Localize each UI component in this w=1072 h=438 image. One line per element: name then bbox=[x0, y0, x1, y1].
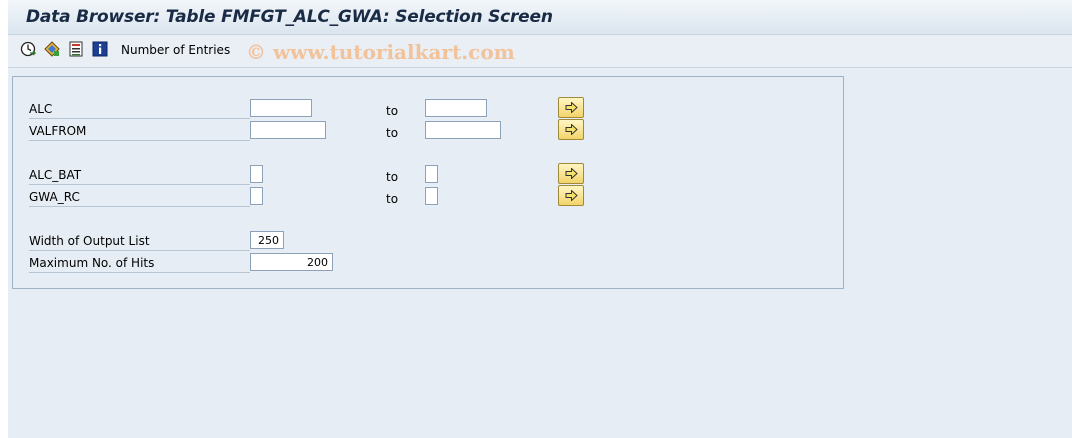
maximum-hits-row: Maximum No. of Hits 200 bbox=[13, 252, 843, 274]
field-label-alc: ALC bbox=[29, 101, 250, 119]
gwa-rc-low-input[interactable] bbox=[250, 187, 263, 205]
to-label: to bbox=[386, 104, 399, 118]
info-icon[interactable] bbox=[92, 41, 108, 57]
to-label: to bbox=[386, 170, 399, 184]
get-variant-icon[interactable] bbox=[68, 41, 84, 57]
field-label-alc-bat: ALC_BAT bbox=[29, 167, 250, 185]
selection-criteria-panel: ALC to VALFROM to ALC_BAT to GWA_RC to W… bbox=[12, 76, 844, 289]
alc-high-input[interactable] bbox=[425, 99, 487, 117]
selection-row-alc-bat: ALC_BAT to bbox=[13, 163, 843, 186]
alc-bat-high-input[interactable] bbox=[425, 165, 438, 183]
field-label-gwa-rc: GWA_RC bbox=[29, 189, 250, 207]
selection-row-valfrom: VALFROM to bbox=[13, 119, 843, 142]
arrow-right-icon bbox=[565, 190, 578, 201]
number-of-entries-button[interactable]: Number of Entries bbox=[121, 43, 230, 57]
watermark: © www.tutorialkart.com bbox=[246, 40, 515, 64]
execute-icon[interactable] bbox=[20, 41, 37, 57]
multiple-selection-button[interactable] bbox=[558, 119, 584, 140]
valfrom-high-input[interactable] bbox=[425, 121, 501, 139]
gwa-rc-high-input[interactable] bbox=[425, 187, 438, 205]
width-of-output-list-label: Width of Output List bbox=[29, 233, 250, 251]
valfrom-low-input[interactable] bbox=[250, 121, 326, 139]
title-bar: Data Browser: Table FMFGT_ALC_GWA: Selec… bbox=[8, 0, 1072, 35]
multiple-selection-button[interactable] bbox=[558, 185, 584, 206]
maximum-hits-input[interactable]: 200 bbox=[250, 253, 333, 271]
multiple-selection-button[interactable] bbox=[558, 97, 584, 118]
selection-options-icon[interactable] bbox=[44, 41, 60, 57]
arrow-right-icon bbox=[565, 102, 578, 113]
left-border bbox=[0, 0, 8, 438]
selection-row-gwa-rc: GWA_RC to bbox=[13, 185, 843, 208]
multiple-selection-button[interactable] bbox=[558, 163, 584, 184]
arrow-right-icon bbox=[565, 124, 578, 135]
arrow-right-icon bbox=[565, 168, 578, 179]
width-of-output-list-input[interactable]: 250 bbox=[250, 231, 284, 249]
alc-low-input[interactable] bbox=[250, 99, 312, 117]
to-label: to bbox=[386, 192, 399, 206]
page-title: Data Browser: Table FMFGT_ALC_GWA: Selec… bbox=[26, 7, 553, 27]
alc-bat-low-input[interactable] bbox=[250, 165, 263, 183]
application-toolbar: Number of Entries © www.tutorialkart.com bbox=[8, 35, 1072, 68]
maximum-hits-label: Maximum No. of Hits bbox=[29, 255, 250, 273]
selection-row-alc: ALC to bbox=[13, 97, 843, 120]
to-label: to bbox=[386, 126, 399, 140]
width-of-output-list-row: Width of Output List 250 bbox=[13, 230, 843, 252]
field-label-valfrom: VALFROM bbox=[29, 123, 250, 141]
